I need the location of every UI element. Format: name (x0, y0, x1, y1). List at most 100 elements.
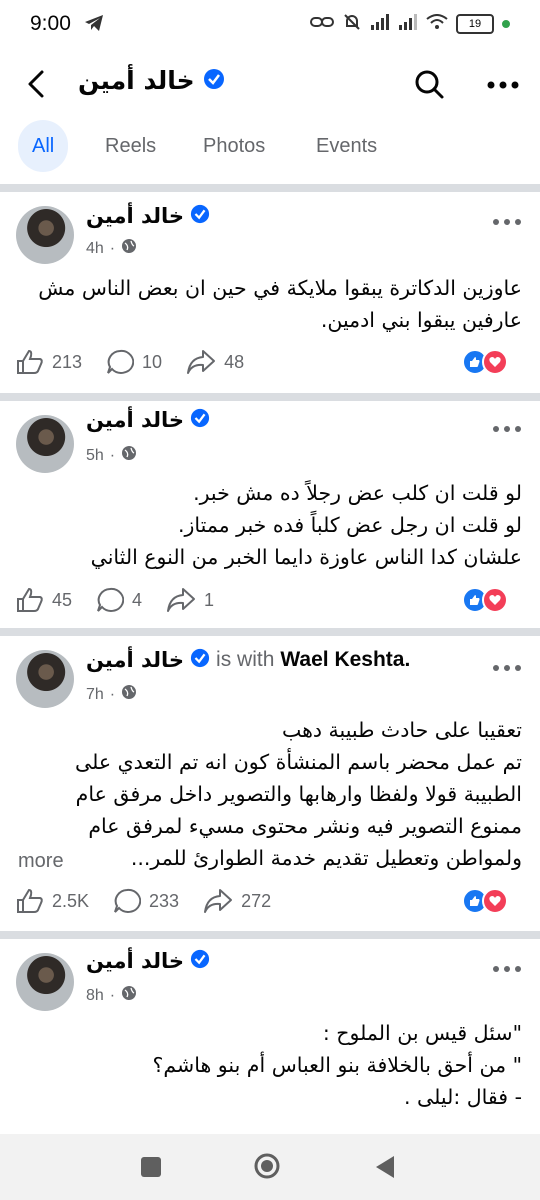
tab-reels[interactable]: Reels (105, 120, 156, 172)
system-nav-bar (0, 1134, 540, 1200)
love-reaction-icon (482, 587, 508, 613)
avatar[interactable] (16, 415, 74, 473)
status-icons: 19 (310, 12, 510, 36)
reaction-icons[interactable] (462, 888, 508, 914)
comment-count: 233 (149, 890, 180, 911)
love-reaction-icon (482, 888, 508, 914)
globe-icon (121, 985, 137, 1006)
verified-badge-icon (190, 408, 210, 432)
post-time[interactable]: 5h (86, 447, 104, 465)
post-meta: 4h · (86, 238, 137, 259)
reaction-icons[interactable] (462, 587, 508, 613)
post: خالد أمين 5h · لو قلت ان كلب عض رجلاً ده… (0, 401, 540, 628)
verified-badge-icon (190, 648, 210, 672)
share-button[interactable]: 48 (186, 349, 244, 375)
post-text: لو قلت ان كلب عض رجلاً ده مش خبر. لو قلت… (90, 481, 522, 569)
share-count: 48 (224, 351, 245, 372)
post-author-row: خالد أمين (86, 204, 210, 228)
post-actions: 213 10 48 (16, 347, 524, 377)
back-triangle-icon[interactable] (374, 1154, 396, 1180)
signal-icon (370, 14, 390, 34)
wifi-icon (426, 14, 448, 34)
post-time[interactable]: 4h (86, 240, 104, 258)
post-meta: 5h · (86, 445, 137, 466)
see-more-link[interactable]: more (18, 850, 64, 873)
share-count: 272 (241, 890, 272, 911)
verified-badge-icon (190, 949, 210, 973)
like-count: 2.5K (52, 890, 90, 911)
mute-bell-icon (342, 12, 362, 36)
post-meta: 7h · (86, 684, 137, 705)
post-text: عاوزين الدكاترة يبقوا ملايكة في حين ان ب… (38, 276, 522, 332)
post-actions: 2.5K 233 272 (16, 886, 524, 916)
post-author-row: خالد أمين (86, 408, 210, 432)
globe-icon (121, 684, 137, 705)
share-count: 1 (204, 589, 215, 610)
share-button[interactable]: 272 (203, 888, 271, 914)
like-count: 45 (52, 589, 73, 610)
post-time[interactable]: 8h (86, 987, 104, 1005)
comment-button[interactable]: 4 (96, 587, 142, 613)
post-author[interactable]: خالد أمين (86, 949, 184, 973)
link-icon (310, 14, 334, 34)
profile-header: خالد أمين (0, 50, 540, 116)
post-actions: 45 4 1 (16, 585, 524, 615)
tagged-person[interactable]: Wael Keshta. (280, 648, 410, 672)
like-button[interactable]: 213 (16, 349, 82, 375)
page-title: خالد أمين (78, 66, 195, 95)
comment-button[interactable]: 10 (106, 349, 162, 375)
comment-button[interactable]: 233 (113, 888, 179, 914)
divider (0, 628, 540, 636)
tab-photos[interactable]: Photos (203, 120, 265, 172)
post-meta: 8h · (86, 985, 137, 1006)
tab-all[interactable]: All (18, 120, 69, 172)
post-time[interactable]: 7h (86, 686, 104, 704)
globe-icon (121, 238, 137, 259)
post-author[interactable]: خالد أمين (86, 408, 184, 432)
back-arrow-icon[interactable] (22, 68, 54, 100)
avatar[interactable] (16, 953, 74, 1011)
divider (0, 931, 540, 939)
post-more-icon[interactable] (492, 212, 522, 225)
divider (0, 393, 540, 401)
like-count: 213 (52, 351, 83, 372)
post-author-row: خالد أمين is with Wael Keshta. (86, 648, 410, 672)
like-button[interactable]: 2.5K (16, 888, 89, 914)
telegram-icon (84, 14, 104, 36)
recents-icon[interactable] (141, 1157, 161, 1177)
verified-badge-icon (190, 204, 210, 228)
home-icon[interactable] (254, 1153, 280, 1179)
post-more-icon[interactable] (492, 658, 522, 671)
signal-icon-2 (398, 14, 418, 34)
post-author[interactable]: خالد أمين (86, 204, 184, 228)
status-bar: 9:00 19 (0, 0, 540, 50)
like-button[interactable]: 45 (16, 587, 72, 613)
tab-events[interactable]: Events (316, 120, 377, 172)
filter-tabs: All Reels Photos Events (0, 120, 540, 180)
avatar[interactable] (16, 206, 74, 264)
search-icon[interactable] (413, 68, 445, 100)
post-more-icon[interactable] (492, 959, 522, 972)
post: خالد أمين is with Wael Keshta. 7h · تعقي… (0, 636, 540, 931)
comment-count: 10 (142, 351, 163, 372)
post: خالد أمين 8h · "سئل قيس بن الملوح : " من… (0, 939, 540, 1134)
more-options-icon[interactable] (486, 70, 520, 100)
comment-count: 4 (132, 589, 143, 610)
with-label: is with (216, 648, 275, 671)
share-button[interactable]: 1 (166, 587, 214, 613)
post-text: "سئل قيس بن الملوح : " من أحق بالخلافة ب… (152, 1021, 522, 1109)
post-author[interactable]: خالد أمين (86, 648, 184, 672)
verified-badge-icon (203, 68, 225, 94)
divider (0, 184, 540, 192)
battery-icon: 19 (456, 14, 494, 34)
privacy-dot (502, 20, 510, 28)
reaction-icons[interactable] (462, 349, 508, 375)
status-time: 9:00 (30, 12, 71, 35)
globe-icon (121, 445, 137, 466)
header-title-group: خالد أمين (78, 66, 225, 95)
avatar[interactable] (16, 650, 74, 708)
post-text: تعقيبا على حادث طبيبة دهب تم عمل محضر با… (74, 718, 522, 870)
love-reaction-icon (482, 349, 508, 375)
post: خالد أمين 4h · عاوزين الدكاترة يبقوا ملا… (0, 192, 540, 393)
post-more-icon[interactable] (492, 419, 522, 432)
